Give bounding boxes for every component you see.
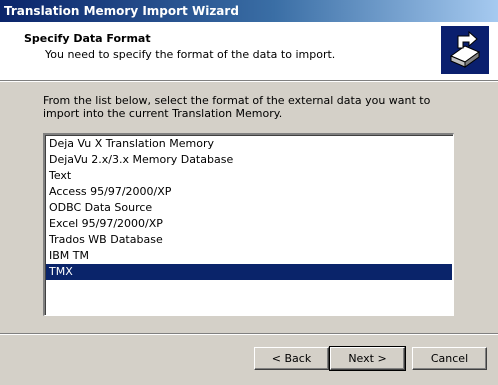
format-list-item[interactable]: Deja Vu X Translation Memory	[46, 136, 452, 152]
format-list-item[interactable]: ODBC Data Source	[46, 200, 452, 216]
format-list-item[interactable]: DejaVu 2.x/3.x Memory Database	[46, 152, 452, 168]
format-listbox[interactable]: Deja Vu X Translation Memory DejaVu 2.x/…	[43, 133, 454, 316]
header-divider	[0, 80, 498, 82]
footer-divider	[0, 333, 498, 335]
format-list-item[interactable]: Text	[46, 168, 452, 184]
import-wizard-icon	[441, 26, 489, 74]
next-button[interactable]: Next >	[329, 346, 406, 371]
format-list-item[interactable]: Access 95/97/2000/XP	[46, 184, 452, 200]
back-button[interactable]: < Back	[254, 347, 329, 370]
cancel-button[interactable]: Cancel	[412, 347, 487, 370]
instruction-text: From the list below, select the format o…	[43, 94, 431, 120]
step-title: Specify Data Format	[24, 32, 151, 45]
window-title: Translation Memory Import Wizard	[4, 4, 239, 18]
wizard-window: Translation Memory Import Wizard Specify…	[0, 0, 498, 385]
format-list-item[interactable]: Excel 95/97/2000/XP	[46, 216, 452, 232]
format-list-item[interactable]: IBM TM	[46, 248, 452, 264]
step-subtitle: You need to specify the format of the da…	[45, 48, 336, 61]
format-list-item[interactable]: Trados WB Database	[46, 232, 452, 248]
format-list-item-selected[interactable]: TMX	[46, 264, 452, 280]
title-bar[interactable]: Translation Memory Import Wizard	[0, 0, 498, 22]
wizard-header: Specify Data Format You need to specify …	[0, 22, 498, 80]
